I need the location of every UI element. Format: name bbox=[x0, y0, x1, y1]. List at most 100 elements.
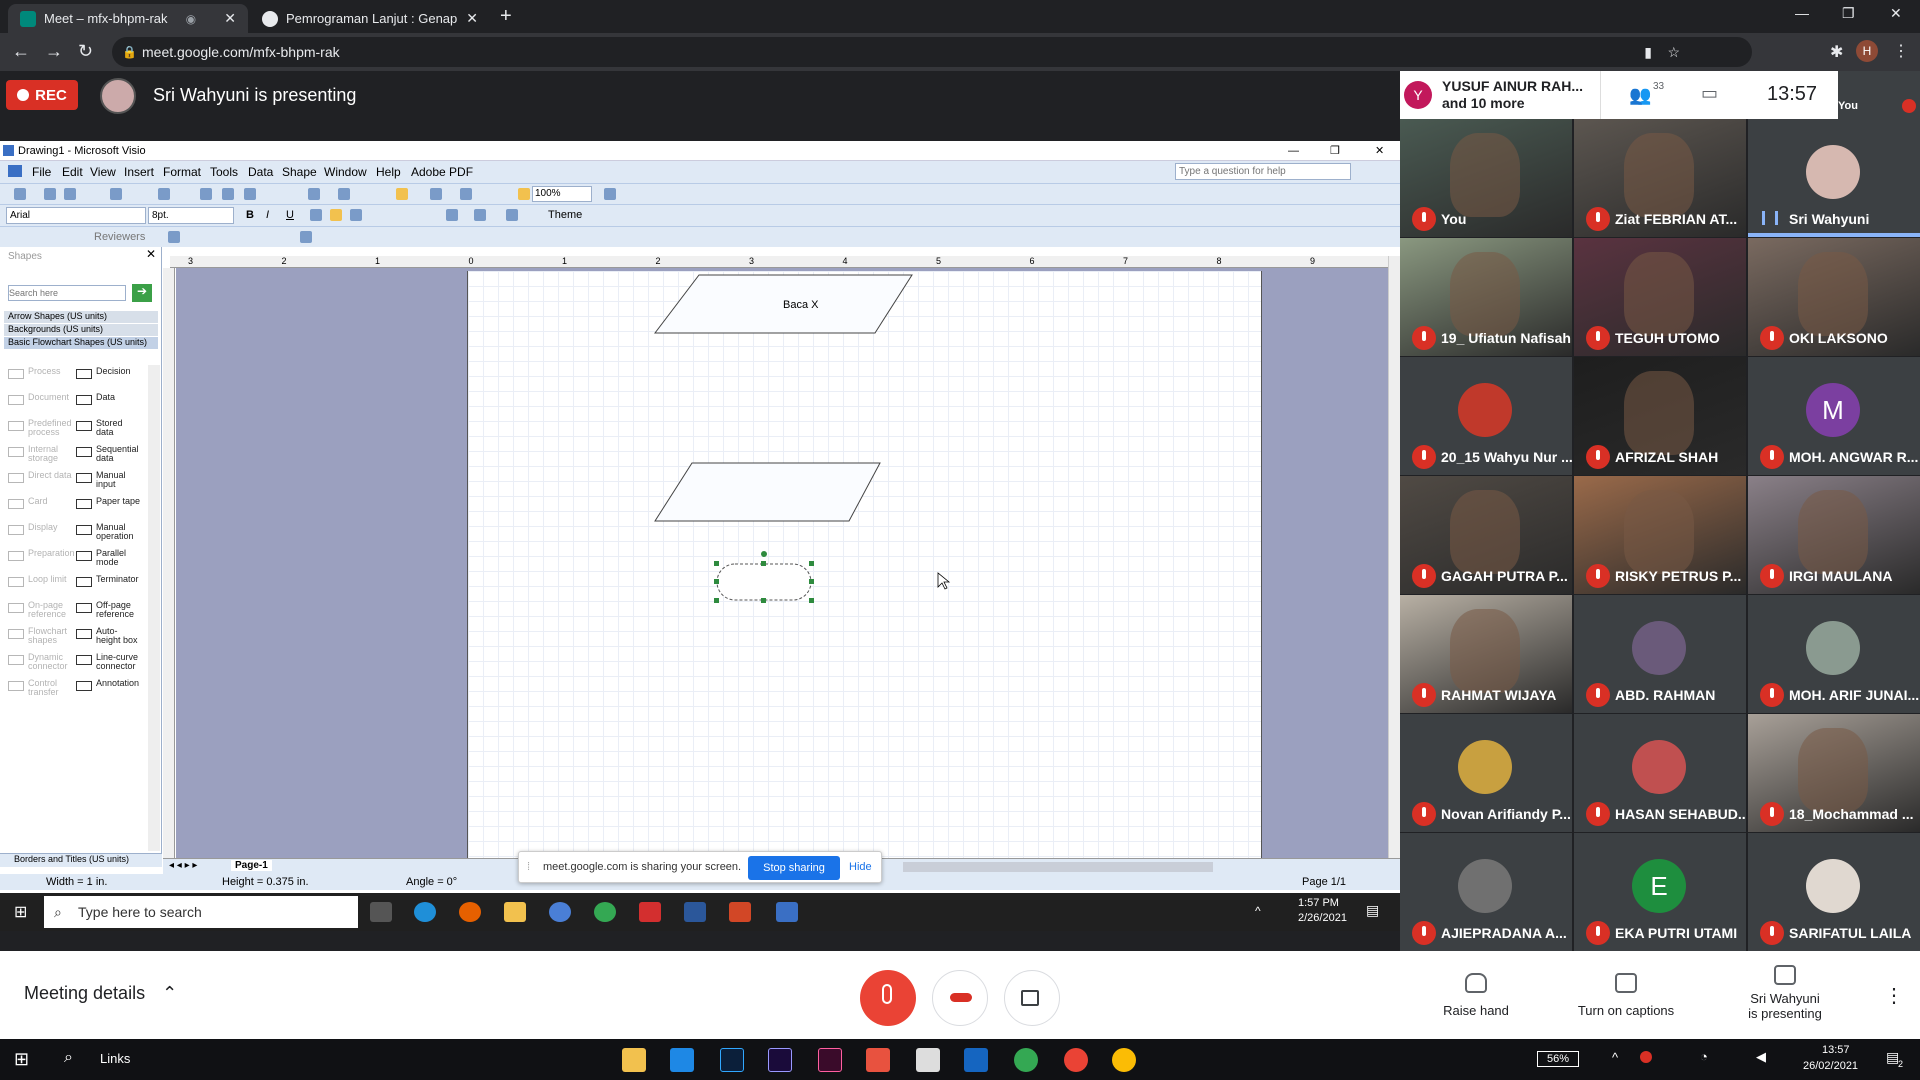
participant-tile[interactable]: E EKA PUTRI UTAMI bbox=[1574, 833, 1746, 951]
menu-tools[interactable]: Tools bbox=[210, 165, 238, 179]
raise-hand-button[interactable]: Raise hand bbox=[1436, 973, 1516, 1018]
participant-tile[interactable]: RISKY PETRUS P... bbox=[1574, 476, 1746, 594]
font-color-icon[interactable] bbox=[446, 209, 458, 221]
fill-color-icon[interactable] bbox=[506, 209, 518, 221]
help-icon[interactable] bbox=[604, 188, 616, 200]
stencil-backgrounds[interactable]: Backgrounds (US units) bbox=[4, 324, 158, 336]
chat-icon[interactable]: ▭ bbox=[1701, 83, 1718, 104]
menu-edit[interactable]: Edit bbox=[62, 165, 83, 179]
close-tab-icon[interactable]: ✕ bbox=[224, 10, 236, 27]
zoom-select[interactable]: 100% bbox=[532, 186, 592, 202]
l-app-icon[interactable] bbox=[670, 1048, 694, 1072]
stencil-borders-titles[interactable]: Borders and Titles (US units) bbox=[0, 853, 162, 867]
vector-app-icon[interactable] bbox=[818, 1048, 842, 1072]
captions-button[interactable]: Turn on captions bbox=[1566, 973, 1686, 1018]
paste-icon[interactable] bbox=[244, 188, 256, 200]
acrobat-icon[interactable] bbox=[639, 902, 661, 922]
visio-restore-button[interactable]: ❐ bbox=[1330, 141, 1340, 161]
edge-icon[interactable] bbox=[414, 902, 436, 922]
profile-avatar[interactable]: H bbox=[1856, 40, 1878, 62]
visio-close-button[interactable]: ✕ bbox=[1375, 141, 1384, 161]
participant-tile[interactable]: Novan Arifiandy P... bbox=[1400, 714, 1572, 832]
close-shapes-panel-icon[interactable]: ✕ bbox=[146, 247, 156, 261]
notification-icon[interactable]: ▤ bbox=[1366, 902, 1379, 919]
links-toolbar[interactable]: Links bbox=[100, 1051, 130, 1066]
connector-tool-icon[interactable] bbox=[430, 188, 442, 200]
cut-icon[interactable] bbox=[200, 188, 212, 200]
leave-call-button[interactable] bbox=[932, 970, 988, 1026]
participant-tile[interactable]: AJIEPRADANA A... bbox=[1400, 833, 1572, 951]
stencil-basic-flowchart[interactable]: Basic Flowchart Shapes (US units) bbox=[4, 337, 158, 349]
participant-tile[interactable]: TEGUH UTOMO bbox=[1574, 238, 1746, 356]
premiere-icon[interactable] bbox=[768, 1048, 792, 1072]
stencil-arrow-shapes[interactable]: Arrow Shapes (US units) bbox=[4, 311, 158, 323]
tab-pemrograman[interactable]: Pemrograman Lanjut : Genap 20 ✕ bbox=[250, 4, 490, 33]
tray-record-icon[interactable] bbox=[1640, 1051, 1652, 1063]
spelling-icon[interactable] bbox=[158, 188, 170, 200]
url-field[interactable]: 🔒 meet.google.com/mfx-bhpm-rak ▮ ☆ bbox=[112, 37, 1752, 67]
participant-tile[interactable]: GAGAH PUTRA P... bbox=[1400, 476, 1572, 594]
browser-menu-icon[interactable]: ⋮ bbox=[1893, 41, 1909, 61]
more-options-icon[interactable]: ⋮ bbox=[1884, 983, 1904, 1008]
participant-tile[interactable]: AFRIZAL SHAH bbox=[1574, 357, 1746, 475]
taskbar-search-box[interactable]: ⌕ Type here to search bbox=[44, 896, 358, 928]
participant-tile[interactable]: RAHMAT WIJAYA bbox=[1400, 595, 1572, 713]
align-center-icon[interactable] bbox=[330, 209, 342, 221]
minimize-window-button[interactable]: — bbox=[1795, 5, 1809, 21]
rotation-handle[interactable] bbox=[761, 551, 767, 557]
tray-chevron-icon[interactable]: ^ bbox=[1612, 1050, 1618, 1065]
shapes-scrollbar[interactable] bbox=[148, 365, 160, 851]
firefox-icon[interactable] bbox=[459, 902, 481, 922]
meeting-details-button[interactable]: Meeting details ⌃ bbox=[24, 983, 177, 1004]
volume-icon[interactable]: ◀ bbox=[1756, 1049, 1766, 1065]
menu-view[interactable]: View bbox=[90, 165, 116, 179]
menu-data[interactable]: Data bbox=[248, 165, 273, 179]
selection-handle[interactable] bbox=[809, 561, 814, 566]
chrome-icon[interactable] bbox=[594, 902, 616, 922]
chrome-icon[interactable] bbox=[1014, 1048, 1038, 1072]
menu-window[interactable]: Window bbox=[324, 165, 367, 179]
line-color-icon[interactable] bbox=[474, 209, 486, 221]
participant-tile[interactable]: 20_15 Wahyu Nur ... bbox=[1400, 357, 1572, 475]
menu-shape[interactable]: Shape bbox=[282, 165, 317, 179]
bold-button[interactable]: B bbox=[246, 209, 254, 221]
windows-start-icon[interactable]: ⊞ bbox=[14, 1049, 29, 1070]
bookmark-star-icon[interactable]: ☆ bbox=[1667, 37, 1680, 67]
theme-button[interactable]: Theme bbox=[548, 209, 582, 221]
italic-button[interactable]: I bbox=[266, 209, 269, 221]
task-view-icon[interactable] bbox=[370, 902, 392, 922]
chrome-profile-icon[interactable] bbox=[1064, 1048, 1088, 1072]
selection-handle[interactable] bbox=[714, 561, 719, 566]
print-icon[interactable] bbox=[110, 188, 122, 200]
participant-tile[interactable]: Ziat FEBRIAN AT... bbox=[1574, 119, 1746, 237]
save-icon[interactable] bbox=[64, 188, 76, 200]
terminator-shape[interactable] bbox=[716, 563, 812, 601]
font-name-select[interactable]: Arial bbox=[6, 207, 146, 224]
back-arrow-icon[interactable]: ← bbox=[12, 41, 30, 62]
forward-arrow-icon[interactable]: → bbox=[45, 41, 63, 62]
tray-chevron-icon[interactable]: ^ bbox=[1255, 904, 1261, 918]
reviewers-button[interactable]: Reviewers bbox=[94, 231, 145, 243]
markup-icon[interactable] bbox=[300, 231, 312, 243]
new-icon[interactable] bbox=[14, 188, 26, 200]
mic-toggle-button[interactable] bbox=[860, 970, 916, 1026]
participant-tile[interactable]: ABD. RAHMAN bbox=[1574, 595, 1746, 713]
underline-button[interactable]: U bbox=[286, 209, 294, 221]
hide-banner-button[interactable]: Hide bbox=[849, 861, 872, 873]
restore-window-button[interactable]: ❐ bbox=[1842, 5, 1855, 22]
close-window-button[interactable]: ✕ bbox=[1890, 5, 1902, 22]
selection-handle[interactable] bbox=[761, 561, 766, 566]
help-question-input[interactable] bbox=[1175, 163, 1351, 180]
menu-adobe-pdf[interactable]: Adobe PDF bbox=[411, 165, 473, 179]
pointer-tool-icon[interactable] bbox=[396, 188, 408, 200]
menu-file[interactable]: File bbox=[32, 165, 51, 179]
camera-toggle-button[interactable] bbox=[1004, 970, 1060, 1026]
presenting-button[interactable]: Sri Wahyuni is presenting bbox=[1735, 965, 1835, 1021]
close-tab-icon[interactable]: ✕ bbox=[466, 10, 478, 27]
menu-format[interactable]: Format bbox=[163, 165, 201, 179]
new-tab-button[interactable]: + bbox=[500, 5, 512, 28]
page-tab[interactable]: Page-1 bbox=[231, 860, 272, 871]
dev-app-icon[interactable] bbox=[964, 1048, 988, 1072]
selection-handle[interactable] bbox=[714, 579, 719, 584]
page-nav-arrows-icon[interactable]: ◂ ◂ ▸ ▸ bbox=[169, 860, 197, 871]
